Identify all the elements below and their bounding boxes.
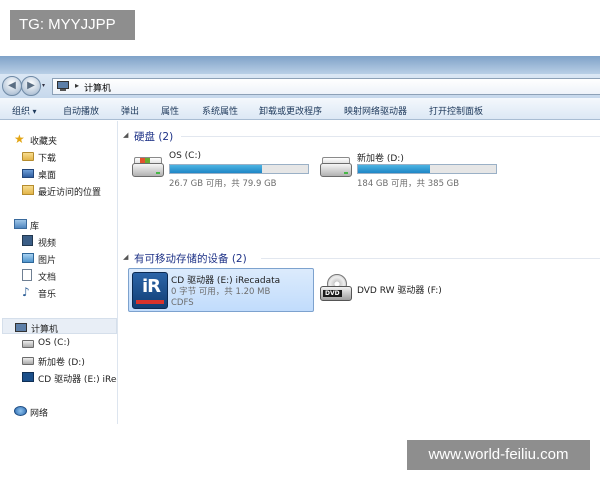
- overlay-tag: TG: MYYJJPP: [10, 10, 135, 40]
- properties-button[interactable]: 属性: [161, 104, 179, 117]
- drive-tile-e[interactable]: iR CD 驱动器 (E:) iRecadata 0 字节 可用，共 1.20 …: [128, 268, 314, 312]
- open-control-panel-button[interactable]: 打开控制面板: [429, 104, 483, 117]
- dvd-drive-icon: DVD: [319, 274, 355, 306]
- drive-filesystem: CDFS: [171, 298, 194, 308]
- star-icon: ★: [14, 132, 25, 146]
- group-title: 有可移动存储的设备 (2): [134, 253, 247, 265]
- hard-drive-icon: [22, 340, 34, 348]
- group-header-hard-disks[interactable]: ◢ 硬盘 (2): [119, 128, 600, 144]
- sidebar-item-computer[interactable]: 计算机: [2, 318, 117, 335]
- library-icon: [14, 219, 27, 229]
- sidebar-item-label: OS (C:): [38, 338, 70, 348]
- drive-name: DVD RW 驱动器 (F:): [357, 286, 442, 296]
- sidebar-item-label: 库: [30, 222, 40, 232]
- window-titlebar: [0, 56, 600, 74]
- drive-usage-fill: [170, 165, 262, 173]
- recent-places-icon: [22, 185, 34, 195]
- eject-button[interactable]: 弹出: [121, 104, 139, 117]
- drive-free-space: 0 字节 可用，共 1.20 MB: [171, 287, 271, 297]
- desktop-icon: [22, 169, 34, 178]
- drive-name: 新加卷 (D:): [357, 154, 404, 164]
- drive-tile-c[interactable]: OS (C:) 26.7 GB 可用，共 79.9 GB: [127, 147, 313, 191]
- logo-text: iR: [141, 276, 161, 297]
- content-pane: ◢ 硬盘 (2) OS (C:) 26.7 GB 可用，共 79.9 GB 新加…: [119, 121, 600, 424]
- drive-free-space: 26.7 GB 可用，共 79.9 GB: [169, 179, 277, 189]
- watermark-url: www.world-feiliu.com: [407, 440, 590, 470]
- system-properties-button[interactable]: 系统属性: [202, 104, 238, 117]
- sidebar-item-label: 图片: [38, 256, 57, 266]
- hard-drive-icon: [131, 155, 165, 183]
- group-title: 硬盘 (2): [134, 131, 174, 143]
- collapse-arrow-icon[interactable]: ◢: [123, 253, 128, 261]
- back-arrow-icon: ◀: [8, 80, 16, 91]
- recent-pages-dropdown-icon[interactable]: ▾: [42, 82, 45, 89]
- drive-tile-d[interactable]: 新加卷 (D:) 184 GB 可用，共 385 GB: [315, 147, 501, 191]
- drive-usage-bar: [169, 164, 309, 174]
- breadcrumb-computer[interactable]: 计算机: [84, 81, 111, 94]
- sidebar-item-label: 网络: [30, 409, 49, 419]
- breadcrumb-separator-icon[interactable]: ▸: [75, 81, 79, 90]
- collapse-arrow-icon[interactable]: ◢: [123, 131, 128, 139]
- address-bar[interactable]: ▸ 计算机: [52, 78, 600, 95]
- hard-drive-icon: [22, 357, 34, 365]
- back-button[interactable]: ◀: [2, 76, 22, 96]
- irecadata-logo-icon: iR: [132, 272, 168, 309]
- sidebar-item-label: 收藏夹: [30, 137, 58, 147]
- computer-icon: [57, 81, 69, 92]
- sidebar-item-label: 音乐: [38, 290, 57, 300]
- picture-icon: [22, 253, 34, 263]
- sidebar-item-label: 计算机: [31, 325, 59, 335]
- sidebar-item-label: 新加卷 (D:): [38, 358, 85, 368]
- organize-button[interactable]: 组织: [12, 104, 37, 117]
- autoplay-button[interactable]: 自动播放: [63, 104, 99, 117]
- sidebar-item-label: 最近访问的位置: [38, 188, 102, 198]
- explorer-window: ◀ ▶ ▾ ▸ 计算机 组织 自动播放 弹出 属性 系统属性 卸载或更改程序 映…: [0, 56, 600, 424]
- dvd-label-text: DVD: [323, 290, 342, 297]
- drive-tile-f[interactable]: DVD DVD RW 驱动器 (F:): [315, 268, 501, 312]
- cd-drive-icon: [22, 372, 34, 382]
- group-divider: [261, 258, 600, 259]
- group-header-removable-storage[interactable]: ◢ 有可移动存储的设备 (2): [119, 250, 600, 266]
- sidebar-item-label: 桌面: [38, 171, 57, 181]
- drive-usage-bar: [357, 164, 497, 174]
- navigation-pane: ★ 收藏夹 下载 桌面 最近访问的位置 库 视频 图片 文档 ♪ 音乐 计算机 …: [0, 121, 118, 424]
- command-toolbar: 组织 自动播放 弹出 属性 系统属性 卸载或更改程序 映射网络驱动器 打开控制面…: [0, 98, 600, 120]
- document-icon: [22, 269, 32, 281]
- computer-icon: [15, 323, 27, 332]
- sidebar-item-label: 文档: [38, 273, 57, 283]
- group-divider: [181, 136, 600, 137]
- forward-button[interactable]: ▶: [21, 76, 41, 96]
- hard-drive-icon: [319, 155, 353, 183]
- download-folder-icon: [22, 152, 34, 161]
- network-icon: [14, 406, 27, 416]
- sidebar-item-label: 下载: [38, 154, 57, 164]
- uninstall-program-button[interactable]: 卸载或更改程序: [259, 104, 322, 117]
- forward-arrow-icon: ▶: [27, 80, 35, 91]
- map-network-drive-button[interactable]: 映射网络驱动器: [344, 104, 407, 117]
- music-icon: ♪: [22, 285, 30, 299]
- navigation-bar: ◀ ▶ ▾ ▸ 计算机: [0, 74, 600, 98]
- drive-usage-fill: [358, 165, 431, 173]
- drive-name: OS (C:): [169, 151, 201, 161]
- sidebar-item-label: CD 驱动器 (E:) iRecadata: [38, 375, 117, 385]
- drive-free-space: 184 GB 可用，共 385 GB: [357, 179, 460, 189]
- video-icon: [22, 235, 33, 246]
- sidebar-item-label: 视频: [38, 239, 57, 249]
